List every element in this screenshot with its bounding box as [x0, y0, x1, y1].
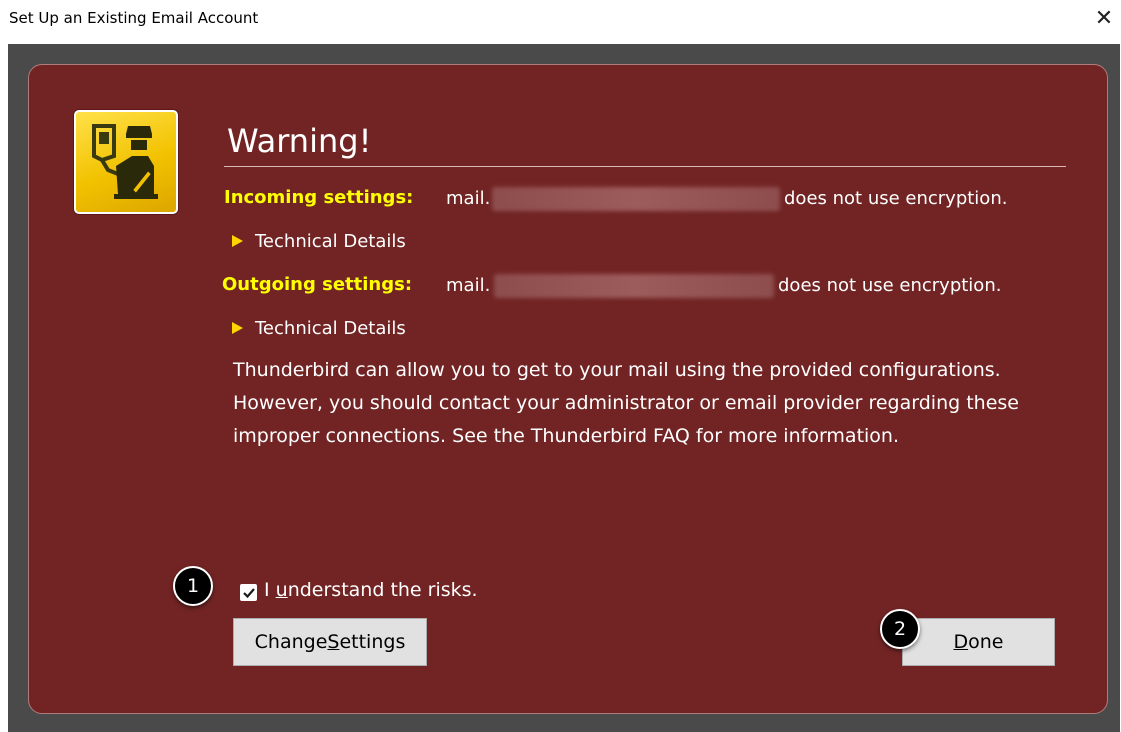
done-button[interactable]: Done — [902, 618, 1055, 666]
incoming-settings-label: Incoming settings: — [224, 187, 414, 208]
outgoing-host-prefix: mail. — [446, 275, 491, 296]
outgoing-encryption-note: does not use encryption. — [778, 275, 1002, 296]
warning-heading: Warning! — [227, 122, 372, 160]
incoming-host-prefix: mail. — [446, 188, 491, 209]
outgoing-technical-details-label: Technical Details — [255, 317, 406, 339]
incoming-technical-details-label: Technical Details — [255, 230, 406, 252]
triangle-right-icon — [232, 322, 243, 334]
incoming-encryption-note: does not use encryption. — [784, 188, 1008, 209]
outgoing-settings-label: Outgoing settings: — [222, 274, 413, 295]
window-title: Set Up an Existing Email Account — [9, 9, 259, 27]
incoming-host-redacted — [492, 187, 780, 211]
understand-risks-label[interactable]: I understand the risks. — [264, 579, 478, 601]
outgoing-host-redacted — [494, 274, 774, 298]
triangle-right-icon — [232, 235, 243, 247]
outgoing-technical-details-toggle[interactable]: Technical Details — [232, 316, 406, 340]
change-settings-button[interactable]: Change Settings — [233, 618, 427, 666]
title-bar: Set Up an Existing Email Account ✕ — [0, 0, 1121, 40]
close-icon[interactable]: ✕ — [1090, 4, 1118, 32]
incoming-technical-details-toggle[interactable]: Technical Details — [232, 229, 406, 253]
warning-explanation: Thunderbird can allow you to get to your… — [233, 359, 1019, 447]
callout-badge-2: 2 — [880, 609, 920, 649]
callout-badge-1: 1 — [173, 566, 213, 606]
checkmark-icon — [243, 588, 255, 599]
id-check-officer-icon — [74, 110, 178, 214]
understand-risks-checkbox[interactable] — [240, 584, 257, 601]
heading-divider — [224, 166, 1066, 167]
